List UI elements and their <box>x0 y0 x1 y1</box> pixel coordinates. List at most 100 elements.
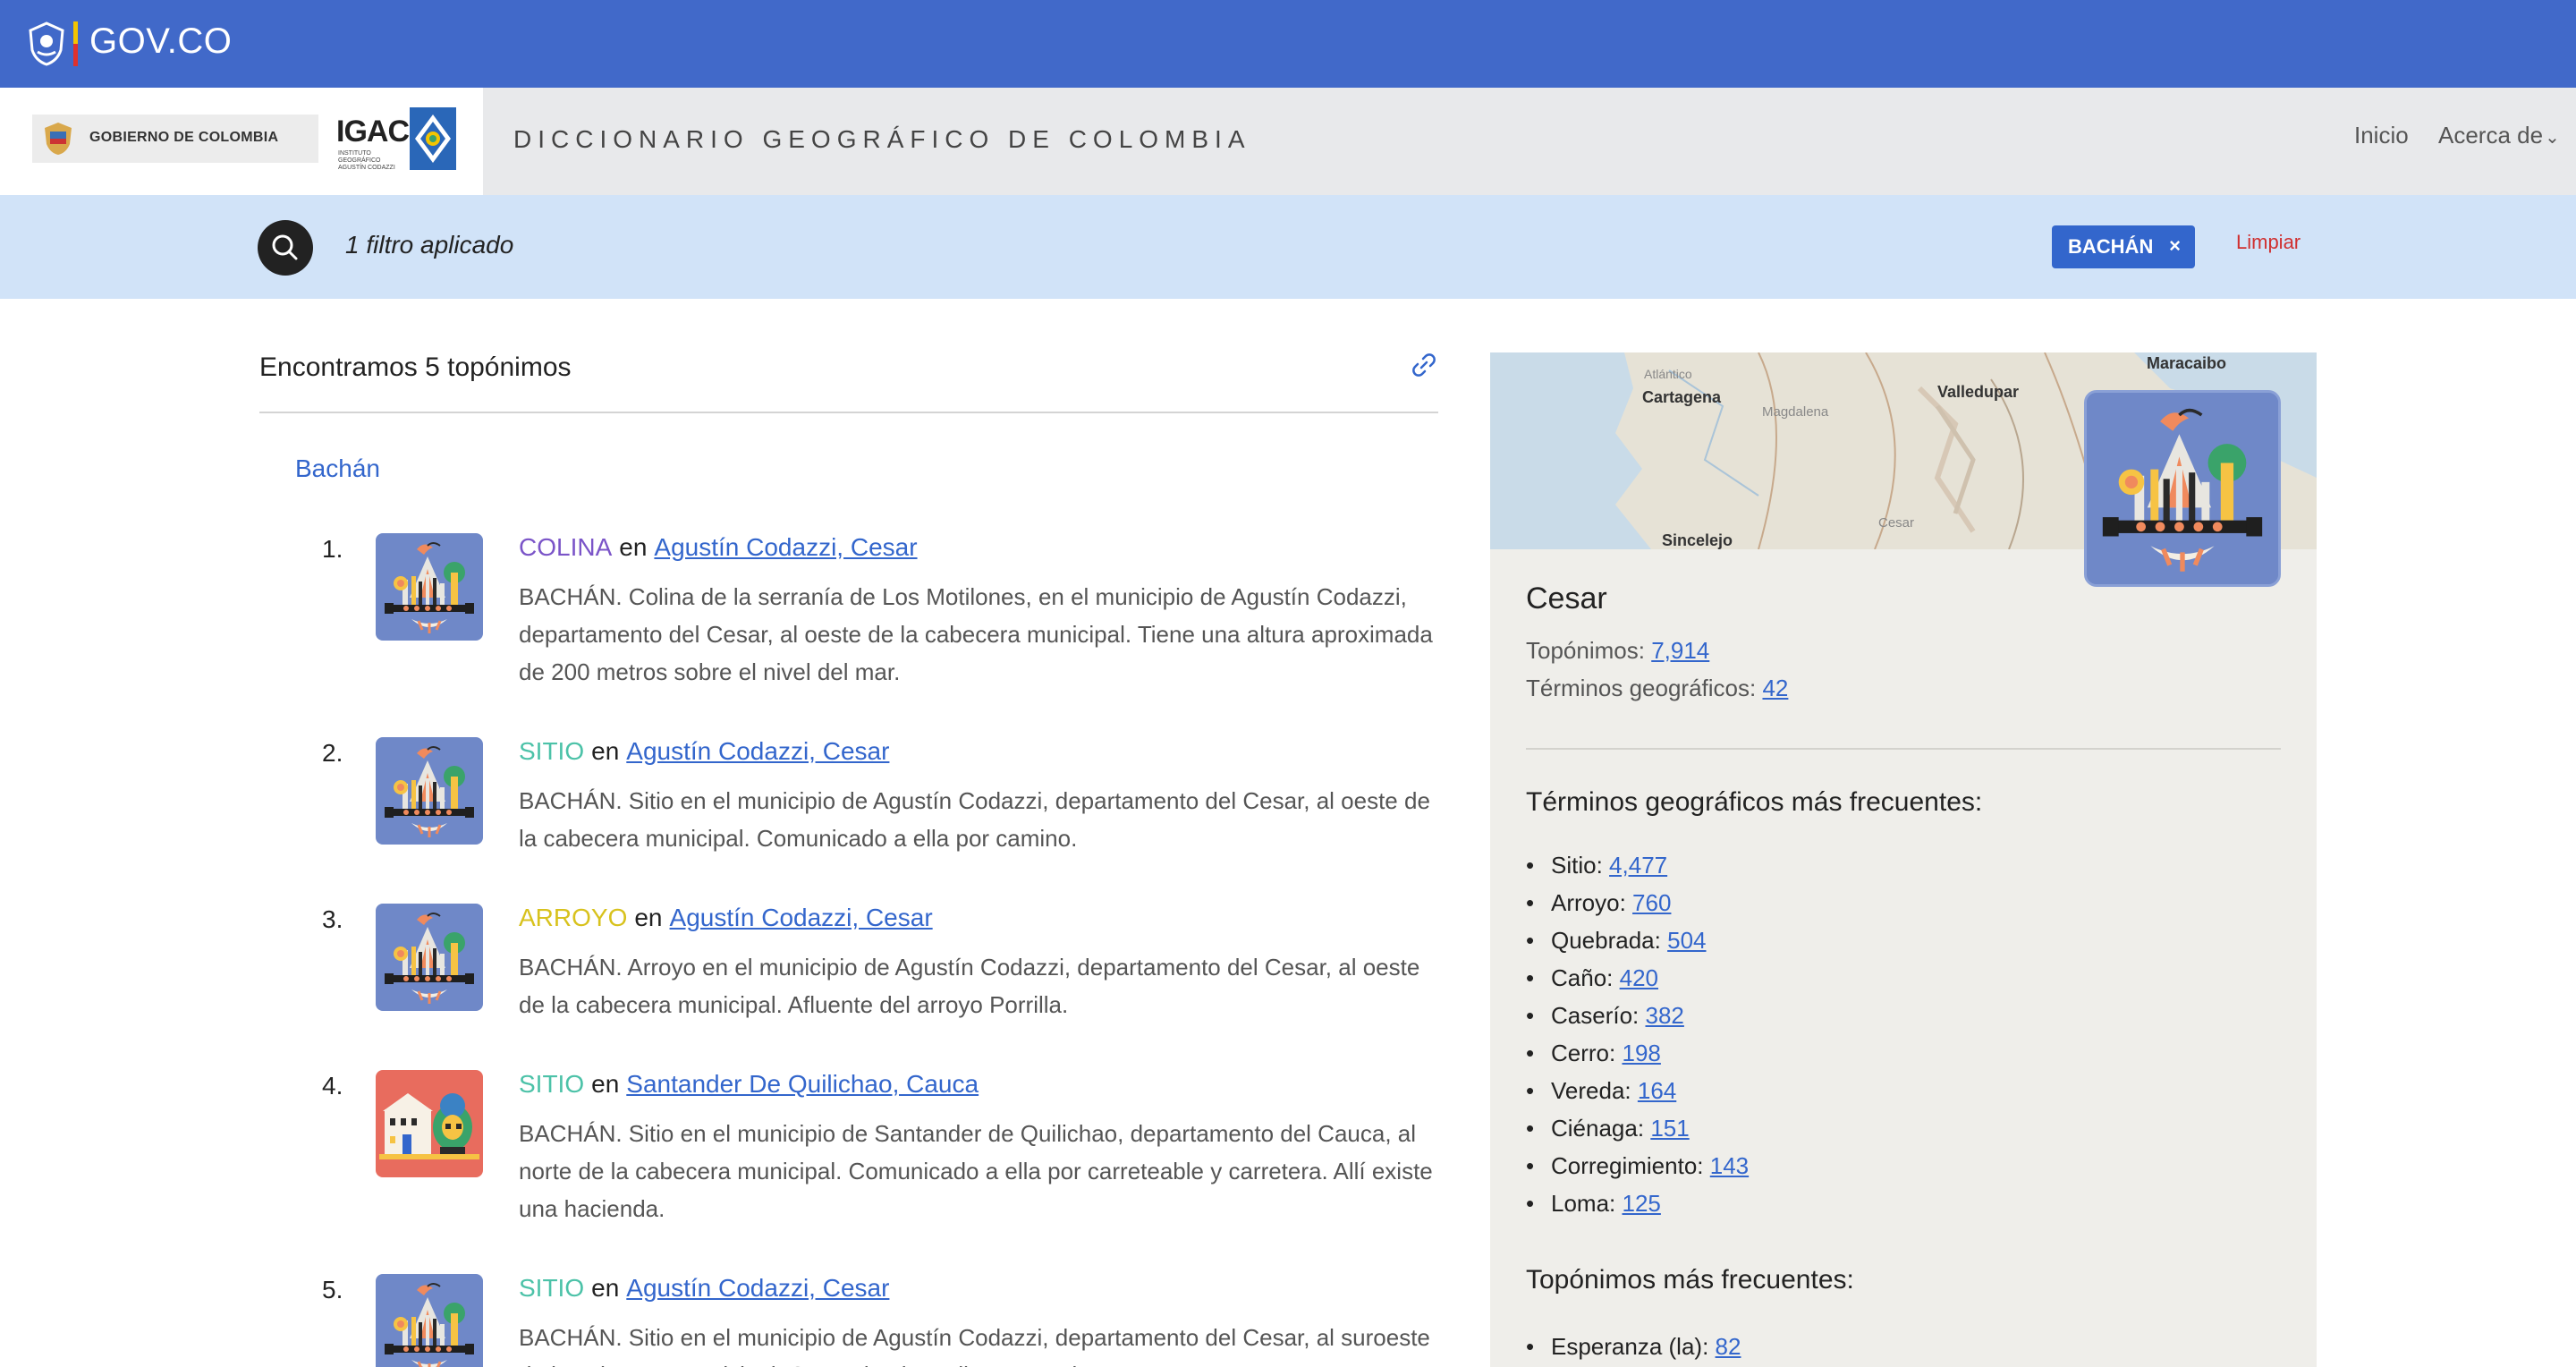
map-label-sincelejo: Sincelejo <box>1662 531 1733 549</box>
list-item: Caserío: 382 <box>1526 997 1749 1034</box>
result-location-link[interactable]: Santander De Quilichao, Cauca <box>626 1070 979 1098</box>
cesar-illustration-icon <box>2084 390 2281 587</box>
list-item: Loma: 125 <box>1526 1184 1749 1222</box>
cesar-illustration-icon <box>376 904 483 1011</box>
term-label: Corregimiento: <box>1551 1152 1704 1179</box>
result-en: en <box>591 1070 620 1098</box>
list-item: Arroyo: 760 <box>1526 884 1749 921</box>
list-item: Corregimiento: 143 <box>1526 1147 1749 1184</box>
map-label-cartagena: Cartagena <box>1642 388 1722 406</box>
filter-bar: 1 filtro aplicado BACHÁN × Limpiar <box>0 195 2576 299</box>
toponym-label: Esperanza (la): <box>1551 1333 1709 1360</box>
result-number: 5. <box>322 1276 343 1303</box>
map-label-cesar: Cesar <box>1878 515 1915 531</box>
result-heading: COLINA en Agustín Codazzi, Cesar <box>519 533 918 562</box>
remove-filter-close-icon[interactable]: × <box>2169 234 2181 258</box>
result-item: 5. SITIO en Agustín Codazzi, Cesar BACHÁN.… <box>313 1274 1440 1367</box>
cesar-illustration-icon <box>376 737 483 845</box>
result-type: SITIO <box>519 737 585 765</box>
toponimos-count-link[interactable]: 7,914 <box>1651 637 1709 664</box>
toponimos-label: Topónimos: <box>1526 637 1645 664</box>
result-location-link[interactable]: Agustín Codazzi, Cesar <box>626 737 889 765</box>
search-icon <box>272 234 298 260</box>
colombia-shield-icon <box>29 21 64 66</box>
result-location-link[interactable]: Agustín Codazzi, Cesar <box>670 904 933 931</box>
list-item: Caño: 420 <box>1526 959 1749 997</box>
result-description: BACHÁN. Sitio en el municipio de Agustín… <box>519 1324 1430 1367</box>
result-en: en <box>591 737 620 765</box>
toponym-count-link[interactable]: 82 <box>1716 1333 1741 1360</box>
gov-co-topbar: GOV.CO <box>0 0 2576 88</box>
result-heading: SITIO en Agustín Codazzi, Cesar <box>519 1274 889 1303</box>
nav-acerca-de-label: Acerca de <box>2438 122 2544 149</box>
term-label: Caño: <box>1551 964 1614 991</box>
result-en: en <box>634 904 663 931</box>
term-count-link[interactable]: 504 <box>1667 927 1706 954</box>
term-label: Sitio: <box>1551 852 1603 879</box>
map-label-maracaibo: Maracaibo <box>2147 354 2227 372</box>
list-item: Quebrada: 504 <box>1526 921 1749 959</box>
panel-divider <box>1526 748 2281 750</box>
term-label: Caserío: <box>1551 1002 1640 1029</box>
result-location-link[interactable]: Agustín Codazzi, Cesar <box>626 1274 889 1302</box>
toponimos-count: Topónimos: 7,914 <box>1526 637 1709 665</box>
result-location-link[interactable]: Agustín Codazzi, Cesar <box>654 533 917 561</box>
result-description: BACHÁN. Arroyo en el municipio de Agustí… <box>519 954 1420 1018</box>
map-label-valledupar: Valledupar <box>1937 383 2020 401</box>
gobierno-de-colombia-logo[interactable]: GOBIERNO DE COLOMBIA <box>32 115 318 163</box>
results-count-title: Encontramos 5 topónimos <box>259 352 572 382</box>
term-count-link[interactable]: 151 <box>1650 1115 1689 1142</box>
terminos-count-link[interactable]: 42 <box>1762 675 1788 701</box>
nav-inicio-link[interactable]: Inicio <box>2354 122 2409 149</box>
result-description: BACHÁN. Sitio en el municipio de Agustín… <box>519 787 1430 852</box>
colombia-crest-icon <box>45 123 72 155</box>
terminos-label: Términos geográficos: <box>1526 675 1757 701</box>
result-number: 4. <box>322 1072 343 1100</box>
result-number: 3. <box>322 905 343 933</box>
result-type: ARROYO <box>519 904 628 931</box>
result-type: COLINA <box>519 533 613 561</box>
term-label: Vereda: <box>1551 1077 1631 1104</box>
term-count-link[interactable]: 198 <box>1622 1040 1660 1066</box>
term-count-link[interactable]: 143 <box>1710 1152 1749 1179</box>
igac-logo-text: IGAC <box>336 115 410 149</box>
list-item: Sitio: 4,477 <box>1526 846 1749 884</box>
term-label: Quebrada: <box>1551 927 1661 954</box>
term-count-link[interactable]: 4,477 <box>1609 852 1667 879</box>
clear-filters-link[interactable]: Limpiar <box>2236 231 2301 254</box>
result-description: BACHÁN. Sitio en el municipio de Santand… <box>519 1120 1433 1222</box>
term-count-link[interactable]: 125 <box>1623 1190 1661 1217</box>
gov-co-brand-link[interactable]: GOV.CO <box>89 21 232 62</box>
filter-chip-label: BACHÁN <box>2068 235 2154 258</box>
search-button[interactable] <box>258 220 313 276</box>
term-count-link[interactable]: 420 <box>1620 964 1658 991</box>
cesar-illustration-icon <box>376 1274 483 1367</box>
cesar-illustration-icon <box>376 533 483 641</box>
site-header: GOBIERNO DE COLOMBIA IGAC INSTITUTO GEOG… <box>0 88 2576 195</box>
result-heading: ARROYO en Agustín Codazzi, Cesar <box>519 904 933 932</box>
map-label-atlantico: Atlántico <box>1644 367 1692 381</box>
term-count-link[interactable]: 164 <box>1638 1077 1676 1104</box>
map-label-magdalena: Magdalena <box>1762 404 1829 420</box>
frequent-toponyms-list: Esperanza (la): 82 <box>1526 1328 1741 1365</box>
result-type: SITIO <box>519 1070 585 1098</box>
result-number: 1. <box>322 535 343 563</box>
cauca-illustration-icon <box>376 1070 483 1177</box>
result-en: en <box>591 1274 620 1302</box>
site-title: DICCIONARIO GEOGRÁFICO DE COLOMBIA <box>513 125 1251 153</box>
term-count-link[interactable]: 382 <box>1646 1002 1684 1029</box>
igac-logo[interactable]: IGAC INSTITUTO GEOGRÁFICO AGUSTÍN CODAZZ… <box>336 107 458 171</box>
nav-acerca-de-menu[interactable]: Acerca de ⌄ <box>2438 122 2560 149</box>
term-label: Ciénaga: <box>1551 1115 1645 1142</box>
results-divider <box>259 412 1438 413</box>
list-item: Cerro: 198 <box>1526 1034 1749 1072</box>
share-link-icon[interactable] <box>1408 349 1440 381</box>
department-title: Cesar <box>1526 582 1607 616</box>
logos-area: GOBIERNO DE COLOMBIA IGAC INSTITUTO GEOG… <box>0 88 483 195</box>
frequent-terms-list: Sitio: 4,477 Arroyo: 760 Quebrada: 504 C… <box>1526 846 1749 1222</box>
term-label: Loma: <box>1551 1190 1616 1217</box>
terminos-count: Términos geográficos: 42 <box>1526 675 1788 702</box>
term-count-link[interactable]: 760 <box>1632 889 1671 916</box>
igac-logo-subtext: INSTITUTO GEOGRÁFICO AGUSTÍN CODAZZI <box>338 150 395 171</box>
igac-compass-icon <box>410 107 456 170</box>
